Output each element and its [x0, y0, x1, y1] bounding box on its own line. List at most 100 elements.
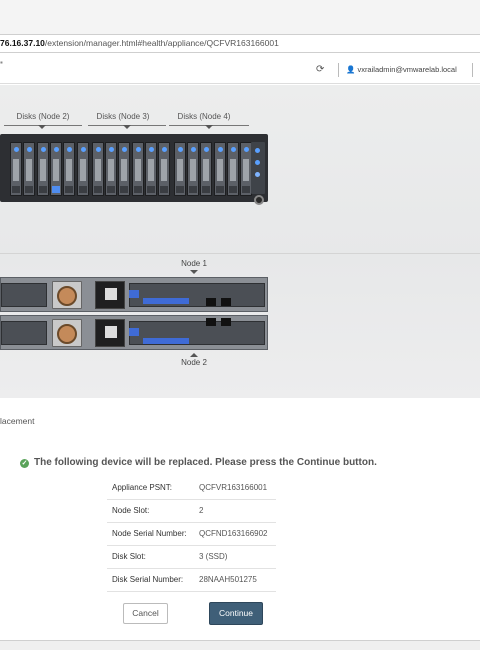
breadcrumb: lacement	[0, 416, 35, 426]
disk-latch	[12, 186, 20, 193]
disk-led-icon	[177, 147, 183, 152]
url-host: 76.16.37.10	[0, 38, 45, 48]
detail-value: QCFVR163166001	[194, 476, 276, 500]
disk-led-icon	[67, 147, 73, 152]
disk-bay[interactable]	[173, 142, 186, 196]
disk-label-plate	[216, 159, 223, 181]
detail-value: 2	[194, 499, 276, 523]
disk-label-plate	[52, 159, 59, 181]
disk-latch	[78, 186, 87, 193]
header-fragment-icon: ▪	[0, 58, 3, 67]
table-row: Disk Serial Number: 28NAAH501275	[107, 568, 276, 592]
disk-led-icon	[80, 147, 86, 152]
psu-fan	[52, 281, 82, 309]
replacement-panel: lacement ✓ The following device will be r…	[0, 398, 480, 650]
power-plug-icon	[105, 288, 117, 300]
disk-bay[interactable]	[105, 142, 118, 196]
disk-bay[interactable]	[226, 142, 239, 196]
detail-key: Disk Serial Number:	[107, 568, 194, 592]
disk-latch	[120, 186, 129, 193]
appliance-view: Disks (Node 2) Disks (Node 3) Disks (Nod…	[0, 85, 480, 398]
user-menu[interactable]: 👤 vxrailadmin@vmwarelab.local	[346, 65, 457, 74]
header-divider	[338, 63, 339, 77]
disk-bay[interactable]	[158, 142, 171, 196]
node-2-rear[interactable]	[0, 315, 268, 350]
disk-led-icon	[40, 147, 46, 152]
disk-latch	[38, 186, 47, 193]
disk-led-icon	[217, 147, 223, 152]
status-message: ✓ The following device will be replaced. …	[20, 457, 377, 468]
disk-label-plate	[94, 159, 101, 181]
node-1-rear[interactable]	[0, 277, 268, 312]
disk-bay[interactable]	[200, 142, 213, 196]
disk-label-plate	[121, 159, 128, 181]
disk-bay[interactable]	[63, 142, 76, 196]
disk-led-icon	[95, 147, 101, 152]
port-icon	[129, 328, 139, 336]
port-icon	[206, 298, 216, 306]
disk-led-icon	[149, 147, 154, 152]
header-divider	[472, 63, 473, 77]
disk-label-plate	[161, 159, 168, 181]
power-button-icon[interactable]	[254, 195, 264, 205]
chevron-down-icon	[190, 270, 198, 274]
disk-latch	[160, 186, 169, 193]
user-name: vxrailadmin@vmwarelab.local	[357, 65, 457, 74]
url-path: /extension/manager.html#health/appliance…	[44, 38, 279, 48]
status-led-icon	[255, 172, 260, 177]
browser-tabstrip	[0, 0, 480, 34]
disk-group-label: Disks (Node 4)	[177, 112, 231, 121]
disk-group-label: Disks (Node 3)	[96, 112, 150, 121]
continue-button[interactable]: Continue	[209, 602, 263, 625]
appliance-front-chassis	[0, 134, 268, 205]
refresh-icon[interactable]: ⟳	[316, 64, 324, 75]
disk-latch	[93, 186, 102, 193]
power-socket	[95, 319, 125, 347]
power-plug-icon	[105, 326, 117, 338]
disk-bay[interactable]	[10, 142, 22, 196]
disk-bay[interactable]	[118, 142, 131, 196]
table-row: Node Serial Number: QCFND163166902	[107, 522, 276, 546]
disk-latch	[65, 186, 74, 193]
detail-key: Node Slot:	[107, 499, 194, 523]
detail-value: 3 (SSD)	[194, 545, 276, 569]
port-icon	[129, 290, 139, 298]
disk-bay[interactable]	[23, 142, 36, 196]
port-icon	[206, 318, 216, 326]
table-row: Appliance PSNT: QCFVR163166001	[107, 476, 276, 500]
port-icon	[143, 338, 189, 344]
cancel-button[interactable]: Cancel	[123, 603, 168, 624]
disk-latch	[133, 186, 142, 193]
disk-led-icon	[27, 147, 33, 152]
disk-bay[interactable]	[186, 142, 199, 196]
disk-bay[interactable]	[76, 142, 89, 196]
psu-fan	[52, 319, 82, 347]
detail-key: Disk Slot:	[107, 545, 194, 569]
disk-bay[interactable]	[91, 142, 104, 196]
disk-bay[interactable]	[145, 142, 157, 196]
detail-key: Appliance PSNT:	[107, 476, 194, 500]
disk-led-icon	[230, 147, 236, 152]
disk-bay[interactable]	[49, 142, 62, 196]
chevron-down-icon	[205, 125, 213, 129]
disk-bay[interactable]	[213, 142, 226, 196]
disk-label-plate	[13, 159, 19, 181]
disk-latch	[228, 186, 237, 193]
node-label-top: Node 1	[181, 259, 207, 268]
disk-led-icon	[162, 147, 168, 152]
disk-bay[interactable]	[36, 142, 49, 196]
chevron-down-icon	[123, 125, 131, 129]
disk-led-icon	[244, 147, 250, 152]
chevron-up-icon	[190, 353, 198, 357]
disk-label-plate	[189, 159, 196, 181]
address-bar[interactable]: 76.16.37.10/extension/manager.html#healt…	[0, 34, 480, 53]
disk-label-plate	[79, 159, 86, 181]
disk-bay[interactable]	[131, 142, 144, 196]
disk-led-icon	[204, 147, 210, 152]
disk-label-plate	[108, 159, 115, 181]
port-icon	[221, 318, 231, 326]
status-led-icon	[255, 160, 260, 165]
disk-led-icon	[190, 147, 196, 152]
port-icon	[143, 298, 189, 304]
disk-label-plate	[26, 159, 33, 181]
